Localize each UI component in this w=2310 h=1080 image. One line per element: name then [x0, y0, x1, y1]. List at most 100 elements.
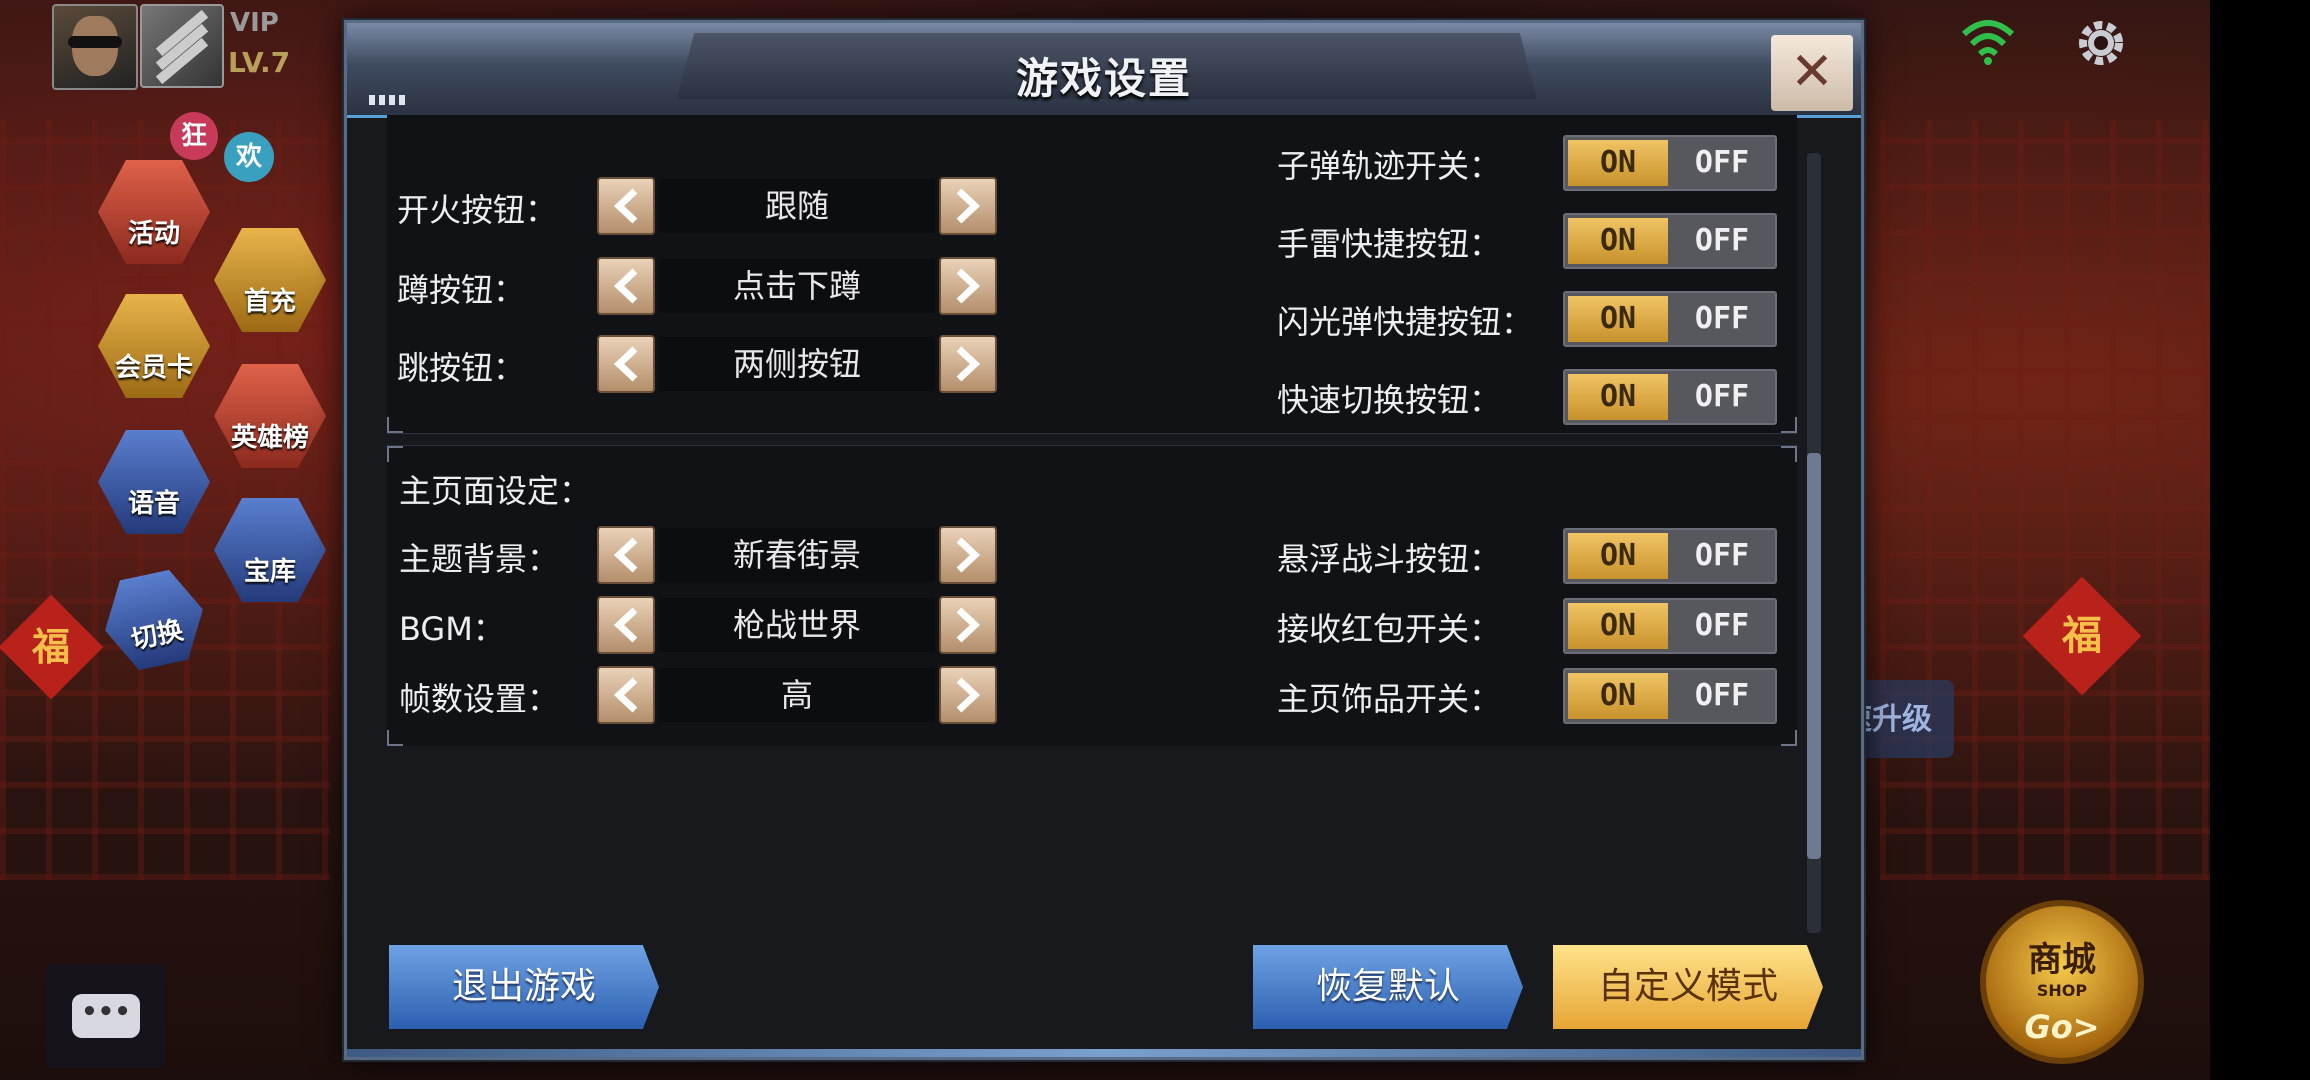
vip-label: VIP	[230, 8, 279, 38]
chevron-right-icon	[956, 188, 981, 224]
restore-defaults-button[interactable]: 恢复默认	[1253, 945, 1523, 1029]
quick-switch-label: 快速切换按钮：	[1277, 381, 1502, 419]
event-bubble: 欢	[224, 132, 274, 182]
chevron-left-icon	[613, 268, 638, 304]
grenade-shortcut-label: 手雷快捷按钮：	[1277, 225, 1502, 263]
chevron-left-icon	[613, 188, 638, 224]
toggle-on: ON	[1568, 140, 1668, 186]
chevron-left-icon	[613, 677, 638, 713]
grenade-shortcut-toggle[interactable]: ON OFF	[1563, 213, 1777, 269]
panel-corner	[387, 446, 403, 462]
shop-go-label: Go>	[2024, 1008, 2100, 1046]
fu-text: 福	[31, 625, 70, 669]
flashbang-shortcut-label: 闪光弹快捷按钮：	[1277, 303, 1534, 341]
dialog-header: 游戏设置	[347, 23, 1861, 118]
panel-corner	[1781, 730, 1797, 746]
theme-background-value: 新春街景	[659, 528, 935, 582]
prev-button[interactable]	[597, 666, 655, 724]
chevron-left-icon	[613, 346, 638, 382]
prev-button[interactable]	[597, 177, 655, 235]
shop-button[interactable]: 商城 SHOP Go>	[1980, 900, 2144, 1064]
chevron-right-icon	[956, 607, 981, 643]
event-bubble: 狂	[170, 112, 218, 160]
game-settings-dialog: 游戏设置 ✕ 开火按钮： 跟随 蹲按钮： 点击下蹲 跳按钮： 两侧按钮 子弹轨迹…	[344, 20, 1864, 1060]
next-button[interactable]	[939, 335, 997, 393]
prev-button[interactable]	[597, 335, 655, 393]
theme-background-selector: 新春街景	[597, 526, 997, 584]
next-button[interactable]	[939, 257, 997, 315]
toggle-on: ON	[1568, 296, 1668, 342]
toggle-on: ON	[1568, 603, 1668, 649]
bullet-trail-label: 子弹轨迹开关：	[1277, 147, 1502, 185]
prev-button[interactable]	[597, 257, 655, 315]
jump-button-selector: 两侧按钮	[597, 335, 997, 393]
next-button[interactable]	[939, 177, 997, 235]
home-accessory-toggle[interactable]: ON OFF	[1563, 668, 1777, 724]
chat-button[interactable]: •••	[46, 964, 166, 1068]
prev-button[interactable]	[597, 596, 655, 654]
home-accessory-label: 主页饰品开关：	[1277, 680, 1502, 718]
frame-rate-selector: 高	[597, 666, 997, 724]
crouch-button-label: 蹲按钮：	[397, 271, 526, 309]
toggle-off: OFF	[1694, 379, 1750, 414]
toggle-on: ON	[1568, 218, 1668, 264]
panel-corner	[387, 730, 403, 746]
rank-badge-icon[interactable]	[140, 4, 224, 88]
screen-edge	[2210, 0, 2310, 1080]
red-packet-toggle[interactable]: ON OFF	[1563, 598, 1777, 654]
quick-switch-toggle[interactable]: ON OFF	[1563, 369, 1777, 425]
panel-corner	[1781, 417, 1797, 433]
chevron-left-icon	[613, 537, 638, 573]
chat-icon: •••	[72, 994, 140, 1038]
next-button[interactable]	[939, 666, 997, 724]
gear-icon[interactable]	[2072, 14, 2130, 72]
controls-section: 开火按钮： 跟随 蹲按钮： 点击下蹲 跳按钮： 两侧按钮 子弹轨迹开关： ON …	[387, 115, 1797, 434]
flashbang-shortcut-toggle[interactable]: ON OFF	[1563, 291, 1777, 347]
fire-button-selector: 跟随	[597, 177, 997, 235]
prev-button[interactable]	[597, 526, 655, 584]
close-icon: ✕	[1790, 42, 1834, 102]
home-section-title: 主页面设定：	[399, 472, 592, 510]
toggle-off: OFF	[1694, 538, 1750, 573]
toggle-off: OFF	[1694, 678, 1750, 713]
close-button[interactable]: ✕	[1771, 35, 1853, 111]
bullet-trail-toggle[interactable]: ON OFF	[1563, 135, 1777, 191]
scrollbar-thumb[interactable]	[1807, 453, 1821, 859]
next-button[interactable]	[939, 526, 997, 584]
chevron-left-icon	[613, 607, 638, 643]
floating-battle-toggle[interactable]: ON OFF	[1563, 528, 1777, 584]
lattice-window-right	[1880, 120, 2210, 880]
frame-rate-label: 帧数设置：	[399, 680, 560, 718]
fire-button-label: 开火按钮：	[397, 191, 558, 229]
floating-battle-label: 悬浮战斗按钮：	[1277, 540, 1502, 578]
quit-game-button[interactable]: 退出游戏	[389, 945, 659, 1029]
chevron-right-icon	[956, 346, 981, 382]
bgm-value: 枪战世界	[659, 598, 935, 652]
avatar-sunglasses	[68, 36, 122, 48]
custom-mode-button[interactable]: 自定义模式	[1553, 945, 1823, 1029]
toggle-on: ON	[1568, 374, 1668, 420]
shop-subtitle: SHOP	[2036, 981, 2088, 1000]
fire-button-value: 跟随	[659, 179, 935, 233]
chevron-right-icon	[956, 268, 981, 304]
toggle-off: OFF	[1694, 145, 1750, 180]
toggle-off: OFF	[1694, 608, 1750, 643]
dialog-title: 游戏设置	[1015, 54, 1192, 103]
toggle-on: ON	[1568, 533, 1668, 579]
header-dots-decoration	[369, 95, 405, 105]
toggle-on: ON	[1568, 673, 1668, 719]
bgm-label: BGM：	[399, 610, 505, 648]
bgm-selector: 枪战世界	[597, 596, 997, 654]
chevron-right-icon	[956, 537, 981, 573]
crouch-button-value: 点击下蹲	[659, 259, 935, 313]
player-avatar[interactable]	[52, 4, 138, 90]
toggle-off: OFF	[1694, 223, 1750, 258]
player-level: LV.7	[228, 46, 291, 79]
toggle-off: OFF	[1694, 301, 1750, 336]
fu-decoration: 福	[0, 594, 104, 700]
home-settings-section: 主页面设定： 主题背景： 新春街景 BGM： 枪战世界 帧数设置： 高 悬浮战斗…	[387, 445, 1797, 746]
frame-rate-value: 高	[659, 668, 935, 722]
wifi-icon	[1961, 20, 2015, 65]
red-packet-label: 接收红包开关：	[1277, 610, 1502, 648]
next-button[interactable]	[939, 596, 997, 654]
